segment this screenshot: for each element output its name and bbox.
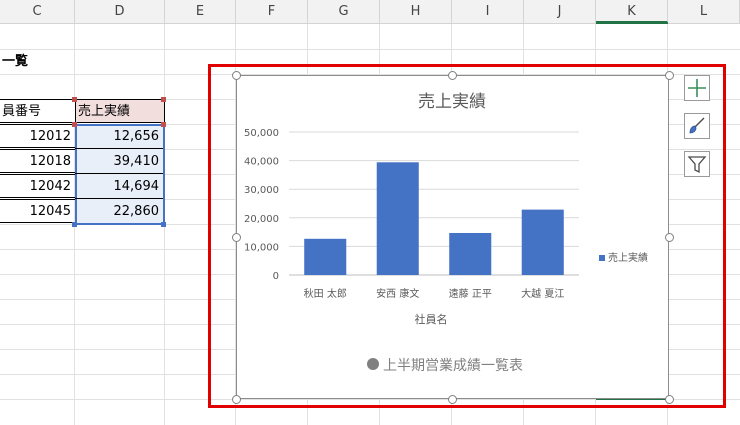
resize-handle[interactable]	[665, 71, 674, 80]
cell-employee-id[interactable]: 12042	[0, 174, 75, 198]
chart-footnote[interactable]: 上半期営業成績一覧表	[383, 357, 523, 374]
col-header-j[interactable]: J	[524, 0, 596, 23]
chart-filters-button[interactable]	[684, 151, 710, 177]
grid-line	[0, 49, 740, 50]
x-tick-label: 秋田 太郎	[304, 287, 347, 300]
x-tick-label: 大越 夏江	[521, 287, 564, 300]
fill-handle[interactable]	[72, 222, 77, 227]
y-tick-label: 10,000	[244, 242, 279, 253]
footnote-dot-icon	[367, 358, 379, 370]
resize-handle[interactable]	[232, 233, 241, 242]
col-header-h[interactable]: H	[380, 0, 452, 23]
bar[interactable]	[521, 209, 564, 275]
y-tick-label: 50,000	[244, 128, 279, 139]
legend-marker	[599, 255, 605, 261]
column-header-bar: C D E F G H I J K L	[0, 0, 740, 24]
resize-handle[interactable]	[232, 395, 241, 404]
col-header-f[interactable]: F	[236, 0, 308, 23]
sheet-title-cell[interactable]: 一覧	[0, 50, 74, 74]
y-tick-label: 30,000	[244, 185, 279, 196]
add-element-icon	[688, 79, 706, 97]
cell-sales[interactable]: 22,860	[75, 200, 163, 224]
resize-handle[interactable]	[665, 233, 674, 242]
range-handle[interactable]	[72, 97, 77, 102]
cell-sales[interactable]: 39,410	[75, 150, 163, 174]
cell-sales[interactable]: 12,656	[75, 125, 163, 149]
chart-area[interactable]: 売上実績 0 10,000 20,000 30,000 40,000 50,000 秋田 …	[236, 75, 669, 399]
cell-employee-id[interactable]: 12018	[0, 149, 75, 173]
col-header-l[interactable]: L	[668, 0, 740, 23]
fill-handle[interactable]	[161, 222, 166, 227]
x-tick-label: 遠藤 正平	[449, 287, 492, 300]
y-tick-label: 40,000	[244, 157, 279, 168]
resize-handle[interactable]	[448, 395, 457, 404]
col-header-k[interactable]: K	[596, 0, 668, 23]
col-header-c[interactable]: C	[0, 0, 75, 23]
col-header-e[interactable]: E	[165, 0, 236, 23]
col-header-i[interactable]: I	[452, 0, 524, 23]
resize-handle[interactable]	[232, 71, 241, 80]
x-tick-label: 安西 康文	[376, 287, 419, 300]
cell-sales[interactable]: 14,694	[75, 175, 163, 199]
bar[interactable]	[376, 162, 419, 275]
header-cell-sales[interactable]: 売上実績	[75, 99, 165, 123]
active-column-indicator	[596, 22, 668, 24]
range-handle[interactable]	[161, 122, 166, 127]
x-axis-title[interactable]: 社員名	[415, 312, 448, 326]
y-tick-label: 0	[273, 271, 279, 282]
filter-icon	[687, 156, 707, 174]
chart-elements-button[interactable]	[684, 75, 710, 101]
header-cell-employee-id[interactable]: 員番号	[0, 99, 75, 123]
col-header-g[interactable]: G	[308, 0, 380, 23]
range-handle[interactable]	[161, 97, 166, 102]
col-header-d[interactable]: D	[75, 0, 165, 23]
bar[interactable]	[304, 238, 347, 275]
resize-handle[interactable]	[665, 395, 674, 404]
cell-employee-id[interactable]: 12012	[0, 124, 75, 148]
chart-styles-button[interactable]	[684, 113, 710, 139]
resize-handle[interactable]	[448, 71, 457, 80]
legend-label[interactable]: 売上実績	[608, 251, 648, 264]
bar[interactable]	[449, 232, 492, 275]
brush-icon	[689, 117, 705, 134]
cell-employee-id[interactable]: 12045	[0, 199, 75, 223]
bar-chart[interactable]: 売上実績 0 10,000 20,000 30,000 40,000 50,000 秋田 …	[237, 76, 668, 398]
y-tick-label: 20,000	[244, 214, 279, 225]
range-handle[interactable]	[72, 122, 77, 127]
chart-title[interactable]: 売上実績	[418, 92, 486, 112]
